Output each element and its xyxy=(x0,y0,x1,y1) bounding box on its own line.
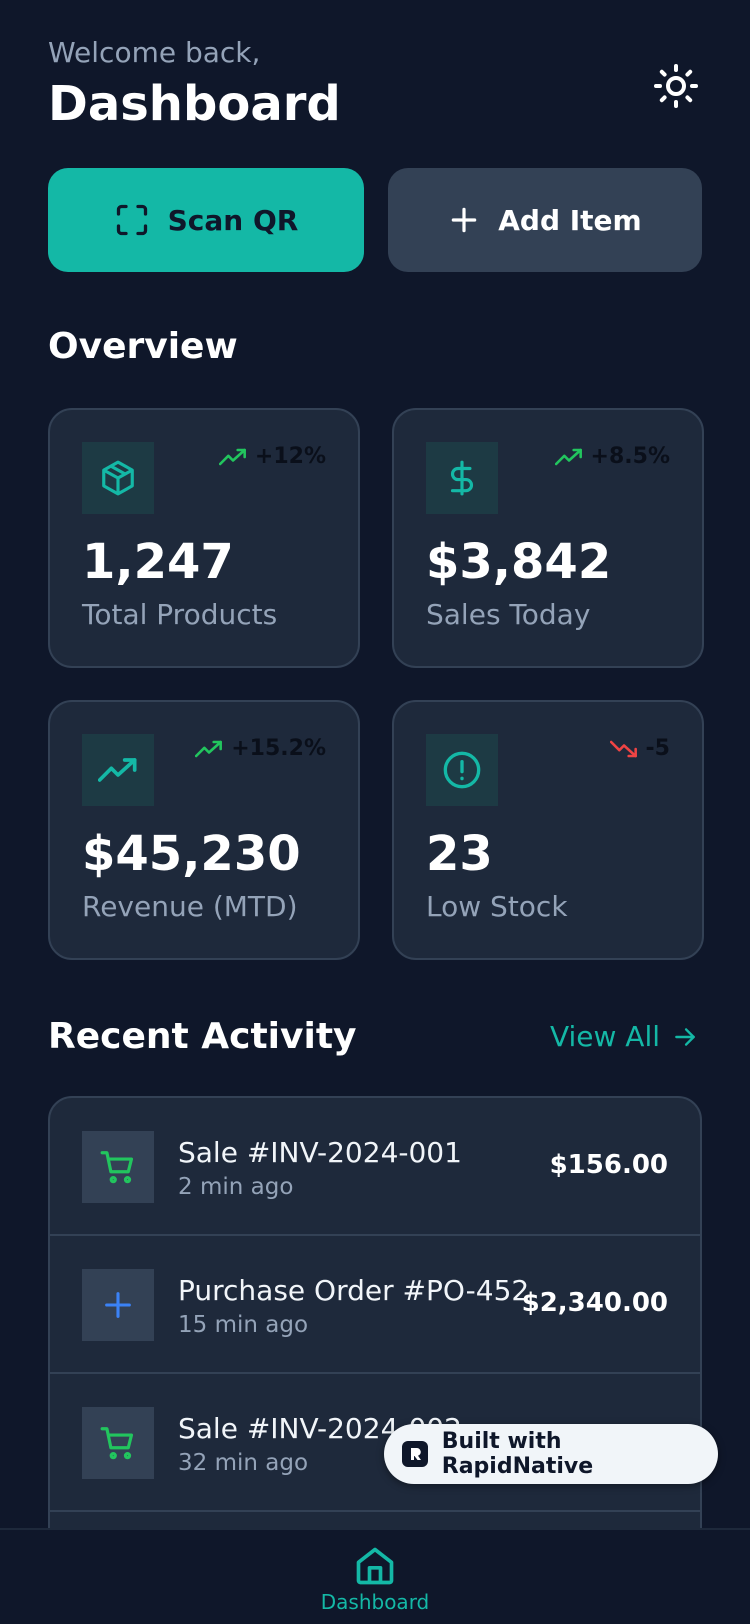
cart-icon xyxy=(100,1427,134,1460)
activity-row[interactable]: Purchase Order #PO-452 15 min ago $2,340… xyxy=(50,1236,700,1374)
trend-badge: -5 xyxy=(609,736,670,761)
plus-icon xyxy=(105,1292,131,1318)
stat-card-total-products[interactable]: +12% 1,247 Total Products xyxy=(48,408,360,668)
view-all-label: View All xyxy=(549,1020,660,1053)
card-icon-box xyxy=(426,734,498,806)
stat-value: 23 xyxy=(426,826,493,882)
rapidnative-logo-icon xyxy=(402,1441,428,1467)
theme-toggle-button[interactable] xyxy=(650,60,702,112)
cart-icon xyxy=(100,1151,134,1184)
card-icon-box xyxy=(426,442,498,514)
trend-value: +12% xyxy=(254,444,326,469)
scan-qr-button[interactable]: Scan QR xyxy=(48,168,364,272)
activity-time: 2 min ago xyxy=(178,1174,294,1200)
stat-label: Total Products xyxy=(82,598,278,631)
row-icon-box xyxy=(82,1407,154,1479)
tab-dashboard-label: Dashboard xyxy=(320,1590,430,1614)
bottom-tab-bar: Dashboard xyxy=(0,1528,750,1624)
stat-card-low-stock[interactable]: -5 23 Low Stock xyxy=(392,700,704,960)
quick-actions: Scan QR Add Item xyxy=(48,168,702,272)
card-icon-box xyxy=(82,734,154,806)
welcome-text: Welcome back, xyxy=(48,36,261,69)
trend-value: -5 xyxy=(645,736,670,761)
page-title: Dashboard xyxy=(48,76,341,132)
dollar-icon xyxy=(450,460,473,496)
trending-up-icon xyxy=(98,758,137,782)
scan-icon xyxy=(116,204,147,236)
plus-icon xyxy=(451,207,477,233)
arrow-right-icon xyxy=(675,1027,695,1046)
activity-title: Purchase Order #PO-452 xyxy=(178,1274,530,1307)
activity-amount: $2,340.00 xyxy=(521,1288,668,1318)
row-icon-box xyxy=(82,1131,154,1203)
trend-value: +8.5% xyxy=(590,444,670,469)
add-item-button[interactable]: Add Item xyxy=(388,168,702,272)
built-with-badge[interactable]: Built with RapidNative xyxy=(384,1424,718,1484)
stat-card-sales-today[interactable]: +8.5% $3,842 Sales Today xyxy=(392,408,704,668)
recent-activity-title: Recent Activity xyxy=(48,1016,357,1057)
header: Welcome back, Dashboard xyxy=(48,34,702,134)
trending-up-icon xyxy=(218,448,246,465)
activity-time: 15 min ago xyxy=(178,1312,309,1338)
add-item-label: Add Item xyxy=(498,203,642,237)
stat-value: $3,842 xyxy=(426,534,612,590)
trend-badge: +12% xyxy=(218,444,326,469)
sun-icon xyxy=(654,64,698,108)
trend-value: +15.2% xyxy=(231,736,326,761)
overview-title: Overview xyxy=(48,326,238,367)
activity-row[interactable]: Sale #INV-2024-001 2 min ago $156.00 xyxy=(50,1098,700,1236)
view-all-link[interactable]: View All xyxy=(550,1020,698,1053)
stat-label: Low Stock xyxy=(426,890,568,923)
alert-circle-icon xyxy=(443,751,481,789)
trending-down-icon xyxy=(609,740,637,757)
badge-label: Built with RapidNative xyxy=(441,1429,594,1479)
stat-label: Revenue (MTD) xyxy=(82,890,298,923)
activity-title: Sale #INV-2024-001 xyxy=(178,1136,462,1169)
activity-time: 32 min ago xyxy=(178,1450,309,1476)
tab-dashboard[interactable]: Dashboard xyxy=(320,1544,430,1624)
trending-up-icon xyxy=(195,740,223,757)
card-icon-box xyxy=(82,442,154,514)
stat-label: Sales Today xyxy=(426,598,591,631)
trending-up-icon xyxy=(554,448,582,465)
stat-value: $45,230 xyxy=(82,826,301,882)
package-icon xyxy=(102,460,134,496)
stat-card-revenue[interactable]: +15.2% $45,230 Revenue (MTD) xyxy=(48,700,360,960)
home-icon xyxy=(356,1547,394,1585)
stat-value: 1,247 xyxy=(82,534,234,590)
scan-qr-label: Scan QR xyxy=(167,203,299,237)
trend-badge: +8.5% xyxy=(554,444,670,469)
trend-badge: +15.2% xyxy=(195,736,326,761)
activity-amount: $156.00 xyxy=(549,1150,668,1180)
row-icon-box xyxy=(82,1269,154,1341)
